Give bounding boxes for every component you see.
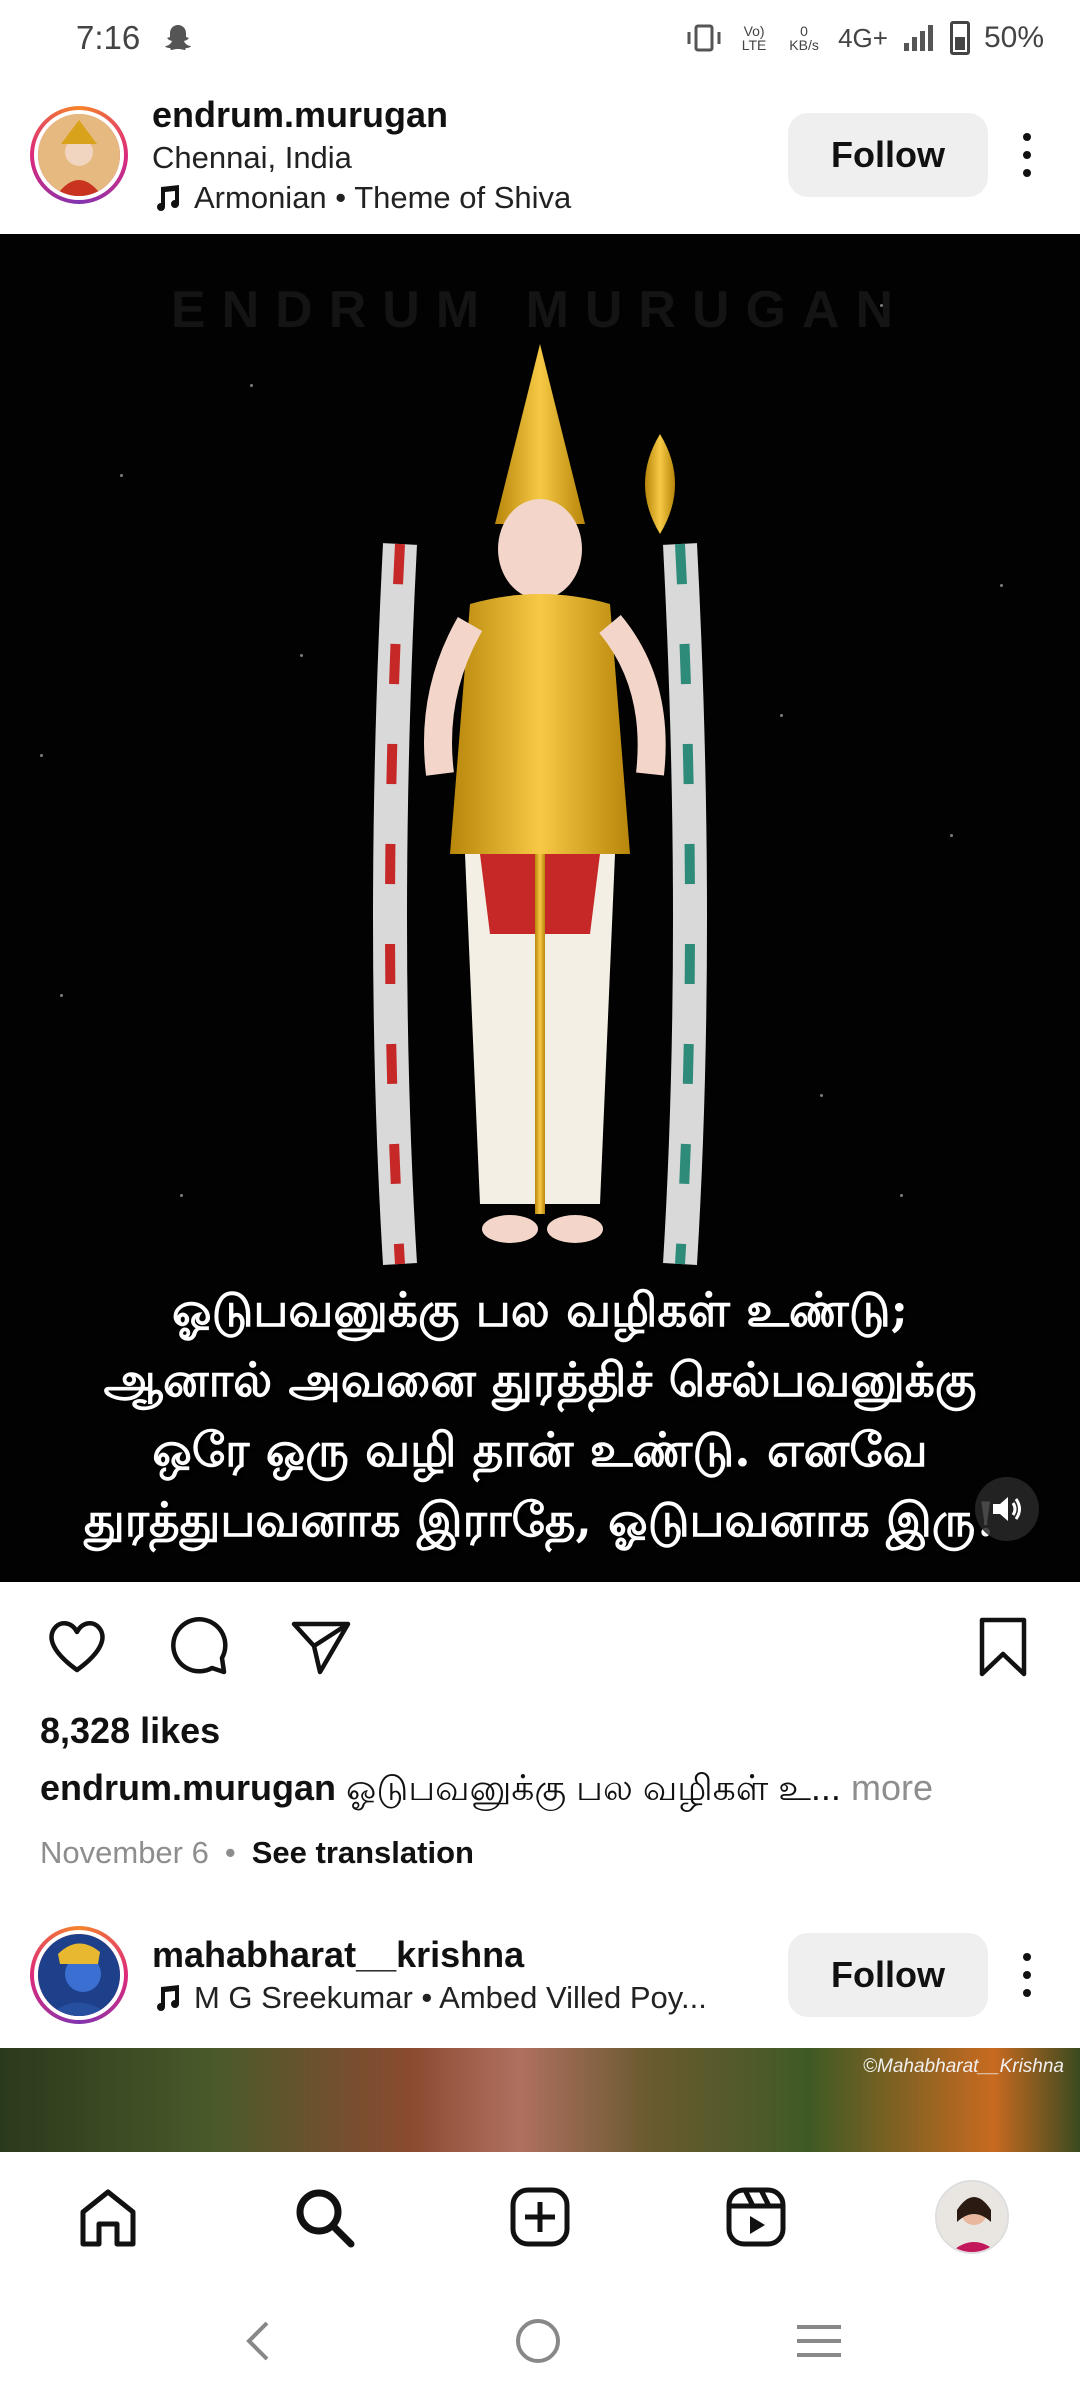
post-caption[interactable]: endrum.murugan ஓடுபவனுக்கு பல வழிகள் உ..… — [40, 1767, 1050, 1814]
home-icon[interactable] — [68, 2177, 148, 2257]
music-note-icon — [157, 1985, 179, 2011]
avatar-image — [38, 1934, 120, 2016]
separator-dot: • — [224, 1835, 236, 1870]
post-username[interactable]: endrum.murugan — [152, 94, 772, 136]
likes-count[interactable]: 8,328 likes — [40, 1710, 220, 1752]
search-icon[interactable] — [284, 2177, 364, 2257]
caption-username[interactable]: endrum.murugan — [40, 1767, 336, 1808]
battery-icon — [949, 21, 970, 55]
image-credit: ©Mahabharat__Krishna — [863, 2056, 1064, 2077]
reels-icon[interactable] — [716, 2177, 796, 2257]
home-circle-icon[interactable] — [512, 2315, 564, 2367]
post-image[interactable]: ENDRUM MURUGAN ஓடுபவனுக்கு பல வழிகள் உண்… — [0, 234, 1080, 1582]
battery-level: 50% — [983, 21, 1044, 54]
volte-indicator: Vo) LTE — [741, 23, 767, 53]
image-caption: ஓடுபவனுக்கு பல வழிகள் உண்டு; ஆனால் அவனை … — [0, 1276, 1080, 1556]
post-meta: November 6 • See translation — [40, 1835, 474, 1871]
network-rate-value: 0 — [800, 23, 808, 39]
system-navigation — [0, 2282, 1080, 2400]
audio-toggle-icon[interactable] — [975, 1477, 1039, 1541]
story-avatar[interactable] — [30, 106, 128, 204]
follow-button[interactable]: Follow — [788, 1933, 988, 2017]
post-location[interactable]: Chennai, India — [152, 140, 772, 176]
share-icon[interactable] — [288, 1614, 354, 1680]
post-header: endrum.murugan Chennai, India Armonian •… — [0, 78, 1080, 232]
post-actions — [0, 1606, 1080, 1686]
deity-illustration — [373, 344, 707, 1274]
bookmark-icon[interactable] — [970, 1614, 1036, 1680]
vibrate-icon — [687, 24, 721, 52]
comment-icon[interactable] — [166, 1614, 232, 1680]
audio-label: M G Sreekumar • Ambed Villed Poy... — [194, 1980, 707, 2015]
caption-text: ஓடுபவனுக்கு பல வழிகள் உ... — [346, 1767, 841, 1808]
more-options-icon[interactable] — [1002, 113, 1052, 197]
network-type: 4G+ — [838, 22, 888, 53]
image-caption-line: துரத்துபவனாக இராதே, ஓடுபவனாக இரு! — [84, 1493, 996, 1548]
image-caption-line: ஆனால் அவனை துரத்திச் செல்பவனுக்கு — [103, 1353, 977, 1408]
signal-icon — [903, 25, 933, 51]
post-audio[interactable]: M G Sreekumar • Ambed Villed Poy... — [152, 1980, 772, 2016]
post-image[interactable]: ©Mahabharat__Krishna — [0, 2048, 1080, 2152]
more-link[interactable]: more — [851, 1767, 933, 1808]
post-header: mahabharat__krishna M G Sreekumar • Ambe… — [0, 1898, 1080, 2052]
post-date: November 6 — [40, 1835, 209, 1870]
post-audio[interactable]: Armonian • Theme of Shiva — [152, 180, 772, 216]
see-translation-link[interactable]: See translation — [252, 1835, 474, 1871]
music-note-icon — [157, 185, 179, 211]
image-caption-line: ஓடுபவனுக்கு பல வழிகள் உண்டு; — [172, 1283, 908, 1338]
post-username[interactable]: mahabharat__krishna — [152, 1934, 772, 1976]
image-watermark: ENDRUM MURUGAN — [170, 281, 910, 339]
status-bar: 7:16 Vo) LTE 0 KB/s 4G+ 50% — [0, 0, 1080, 76]
avatar-image — [38, 114, 120, 196]
back-icon[interactable] — [235, 2317, 283, 2365]
image-caption-line: ஒரே ஒரு வழி தான் உண்டு. எனவே — [152, 1423, 928, 1478]
create-icon[interactable] — [500, 2177, 580, 2257]
heart-icon[interactable] — [44, 1614, 110, 1680]
audio-label: Armonian • Theme of Shiva — [194, 180, 572, 215]
more-options-icon[interactable] — [1002, 1933, 1052, 2017]
snapchat-icon — [165, 25, 192, 50]
story-avatar[interactable] — [30, 1926, 128, 2024]
network-rate-unit: KB/s — [789, 37, 819, 53]
profile-avatar[interactable] — [932, 2177, 1012, 2257]
follow-button[interactable]: Follow — [788, 113, 988, 197]
recents-icon[interactable] — [793, 2315, 845, 2367]
status-time: 7:16 — [76, 19, 141, 56]
bottom-navigation — [0, 2152, 1080, 2282]
network-rate: 0 KB/s — [784, 24, 824, 52]
